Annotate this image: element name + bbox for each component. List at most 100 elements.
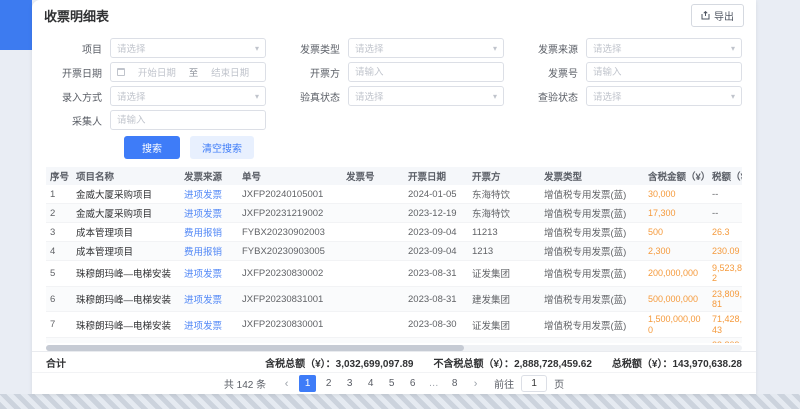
table-cell: 证发集团 [468, 261, 540, 287]
check-status-select[interactable]: 请选择 ▾ [586, 86, 742, 106]
pager-page-1[interactable]: 1 [299, 375, 316, 392]
column-header: 发票来源 [180, 167, 238, 185]
table-cell: 建发集团 [468, 286, 540, 312]
invoice-source-link[interactable]: 费用报销 [180, 242, 238, 261]
invoice-source-link[interactable]: 进项发票 [180, 286, 238, 312]
table-cell: 珠穆朗玛峰—电梯安装 [72, 286, 180, 312]
table-cell: 增值税专用发票(蓝) [540, 286, 644, 312]
invoice-source-link[interactable]: 费用报销 [180, 223, 238, 242]
filter-label: 验真状态 [284, 89, 340, 104]
chevron-down-icon: ▾ [493, 92, 497, 101]
invoice-no-input[interactable] [586, 62, 742, 82]
clear-search-button[interactable]: 清空搜索 [190, 136, 254, 159]
table-row: 1金威大厦采购项目进项发票JXFP202401050012024-01-05东海… [46, 185, 742, 204]
table-header-row: 序号项目名称发票来源单号发票号开票日期开票方发票类型含税金额（¥）税额（¥）不含… [46, 167, 742, 185]
entry-method-select[interactable]: 请选择 ▾ [110, 86, 266, 106]
table-cell: 增值税专用发票(蓝) [540, 204, 644, 223]
filter-label: 开票日期 [46, 65, 102, 80]
search-button[interactable]: 搜索 [124, 136, 180, 159]
date-start-placeholder: 开始日期 [128, 65, 186, 79]
collector-input[interactable] [110, 110, 266, 130]
table-row: 8珠穆朗玛峰—电梯安装进项发票JXFP202308300032023-08-30… [46, 338, 742, 343]
filter-label: 项目 [46, 41, 102, 56]
issuer-input[interactable] [348, 62, 504, 82]
filter-buttons: 搜索 清空搜索 [124, 136, 742, 159]
chevron-down-icon: ▾ [255, 92, 259, 101]
table-cell: 成本管理项目 [72, 242, 180, 261]
column-header: 开票日期 [404, 167, 468, 185]
column-header: 项目名称 [72, 167, 180, 185]
project-select[interactable]: 请选择 ▾ [110, 38, 266, 58]
table-row: 6珠穆朗玛峰—电梯安装进项发票JXFP202308310012023-08-31… [46, 286, 742, 312]
table-cell: 26.3 [708, 223, 742, 242]
table-cell: JXFP20240105001 [238, 185, 342, 204]
column-header: 发票号 [342, 167, 404, 185]
table-cell: 8 [46, 338, 72, 343]
calendar-icon [117, 68, 125, 76]
table-cell [342, 312, 404, 338]
table-cell: 1213 [468, 242, 540, 261]
filter-label: 录入方式 [46, 89, 102, 104]
table-cell: 珠穆朗玛峰—电梯安装 [72, 261, 180, 287]
filter-field-entry-method: 录入方式 请选择 ▾ [46, 86, 266, 106]
filter-label: 查验状态 [522, 89, 578, 104]
invoice-source-link[interactable]: 进项发票 [180, 261, 238, 287]
table-cell [342, 242, 404, 261]
table-cell: 7 [46, 312, 72, 338]
table-cell: 增值税专用发票(蓝) [540, 242, 644, 261]
table-cell: 增值税专用发票(蓝) [540, 312, 644, 338]
table-cell: 1,500,000,000 [644, 312, 708, 338]
column-header: 税额（¥） [708, 167, 742, 185]
table-row: 4成本管理项目费用报销FYBX202309030052023-09-041213… [46, 242, 742, 261]
export-icon [701, 11, 710, 20]
table-cell: FYBX20230902003 [238, 223, 342, 242]
export-button[interactable]: 导出 [691, 4, 744, 27]
background-corner [0, 0, 32, 50]
invoice-type-select[interactable]: 请选择 ▾ [348, 38, 504, 58]
total-count: 共 142 条 [224, 376, 266, 391]
table-cell: JXFP20231219002 [238, 204, 342, 223]
table-cell: 11213 [468, 223, 540, 242]
invoice-table-wrap: 序号项目名称发票来源单号发票号开票日期开票方发票类型含税金额（¥）税额（¥）不含… [46, 167, 742, 343]
invoice-source-link[interactable]: 进项发票 [180, 338, 238, 343]
table-cell: 230.09 [708, 242, 742, 261]
goto-suffix: 页 [554, 376, 564, 391]
table-cell: -- [708, 185, 742, 204]
table-cell [342, 286, 404, 312]
filter-field-invoice-no: 发票号 [522, 62, 742, 82]
table-cell: 5 [46, 261, 72, 287]
pager-page-3[interactable]: 3 [341, 375, 358, 392]
table-cell: JXFP20230831001 [238, 286, 342, 312]
invoice-source-link[interactable]: 进项发票 [180, 312, 238, 338]
goto-page-input[interactable] [521, 375, 547, 392]
invoice-date-range[interactable]: 开始日期 至 结束日期 [110, 62, 266, 82]
pager-page-6[interactable]: 6 [404, 375, 421, 392]
date-end-placeholder: 结束日期 [201, 65, 259, 79]
invoice-source-link[interactable]: 进项发票 [180, 204, 238, 223]
table-cell: 2023-09-04 [404, 242, 468, 261]
prev-page-button[interactable]: ‹ [278, 375, 295, 392]
pager-ellipsis: … [425, 375, 442, 392]
table-cell: 500,000,000 [644, 338, 708, 343]
pager-page-2[interactable]: 2 [320, 375, 337, 392]
chevron-down-icon: ▾ [255, 44, 259, 53]
summary-label: 合计 [46, 355, 66, 370]
invoice-source-select[interactable]: 请选择 ▾ [586, 38, 742, 58]
table-cell: 东海特饮 [468, 185, 540, 204]
table-row: 3成本管理项目费用报销FYBX202309020032023-09-041121… [46, 223, 742, 242]
table-cell: JXFP20230830003 [238, 338, 342, 343]
filter-field-collector: 采集人 [46, 110, 266, 130]
table-cell: 珠穆朗玛峰—电梯安装 [72, 338, 180, 343]
pager-page-5[interactable]: 5 [383, 375, 400, 392]
table-cell: 增值税专用发票(蓝) [540, 223, 644, 242]
filter-field-invoice-type: 发票类型 请选择 ▾ [284, 38, 504, 58]
pager-page-8[interactable]: 8 [446, 375, 463, 392]
table-cell: 金威大厦采购项目 [72, 185, 180, 204]
filter-label: 发票来源 [522, 41, 578, 56]
filter-field-invoice-source: 发票来源 请选择 ▾ [522, 38, 742, 58]
pager-page-4[interactable]: 4 [362, 375, 379, 392]
invoice-source-link[interactable]: 进项发票 [180, 185, 238, 204]
next-page-button[interactable]: › [467, 375, 484, 392]
table-row: 2金威大厦采购项目进项发票JXFP202312190022023-12-19东海… [46, 204, 742, 223]
verify-status-select[interactable]: 请选择 ▾ [348, 86, 504, 106]
